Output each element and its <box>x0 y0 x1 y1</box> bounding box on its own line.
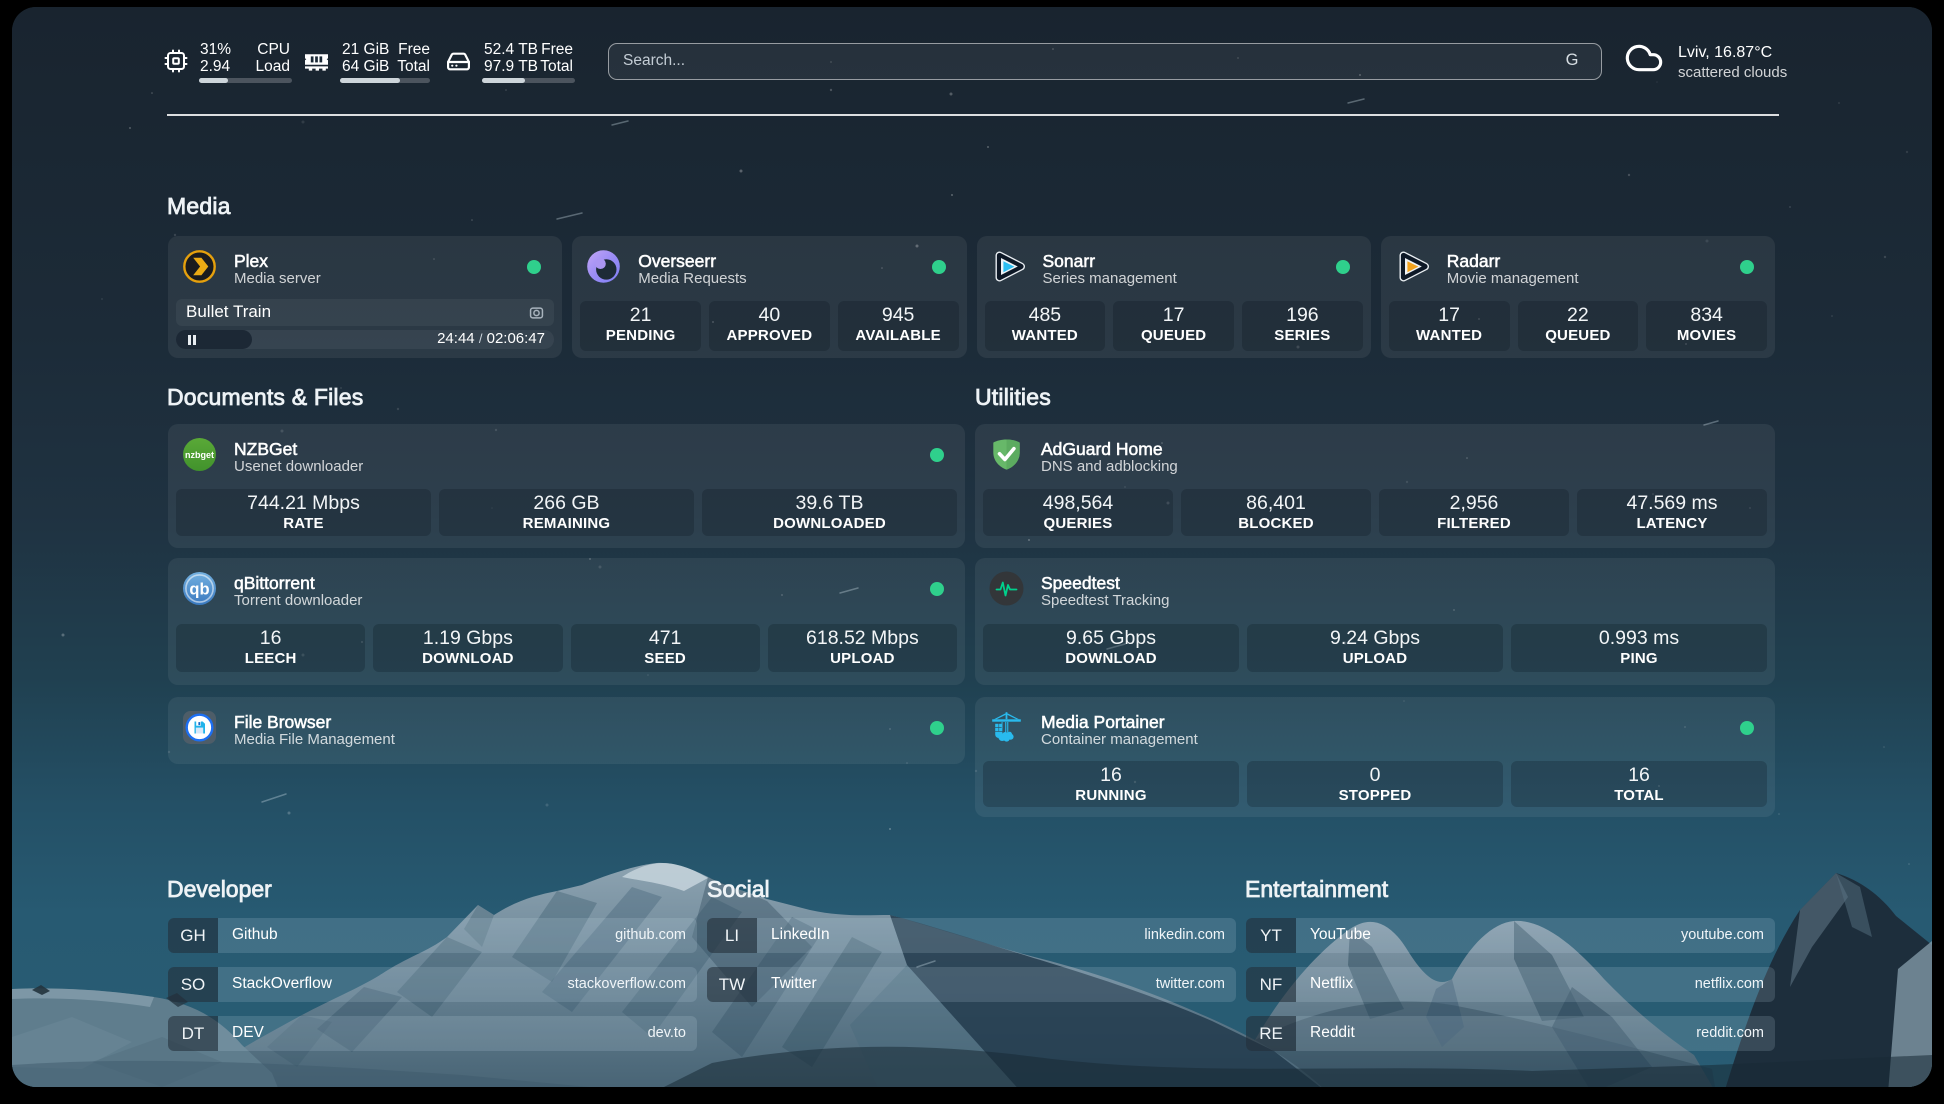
svg-text:qb: qb <box>189 581 209 599</box>
svg-text:nzbget: nzbget <box>185 450 214 460</box>
